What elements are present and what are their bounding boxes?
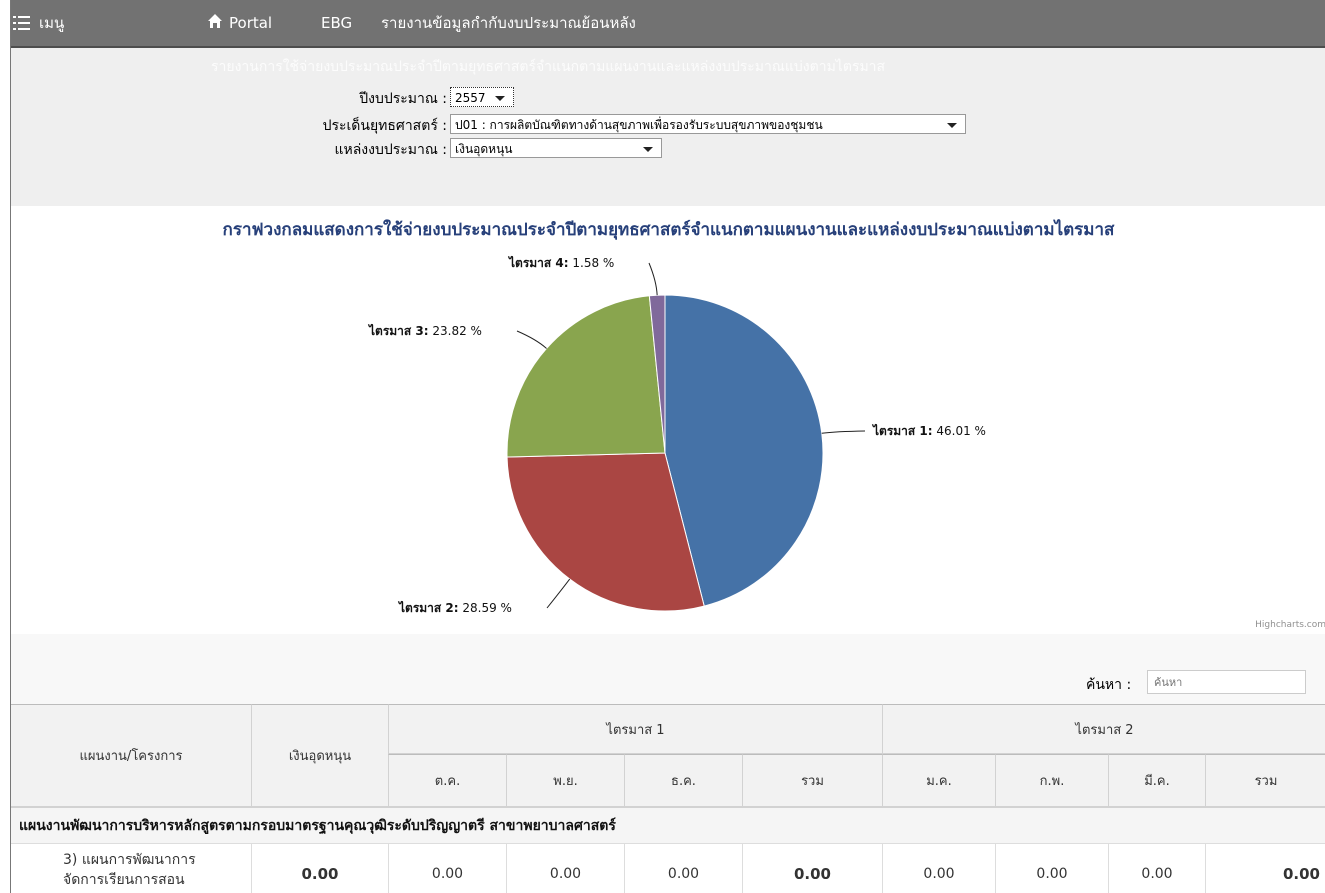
report-label: รายงานข้อมูลกำกับงบประมาณย้อนหลัง bbox=[381, 14, 636, 32]
col-header-feb[interactable]: ก.พ. bbox=[995, 754, 1108, 807]
pie-label-1: ไตรมาส 1: 46.01 % bbox=[871, 423, 986, 438]
year-label: ปีงบประมาณ : bbox=[359, 91, 447, 107]
table-cell-source-value: 0.00 bbox=[251, 843, 388, 893]
ebg-link[interactable]: EBG bbox=[321, 0, 352, 46]
source-filter-row: แหล่งงบประมาณ : bbox=[11, 139, 447, 159]
col-header-dec[interactable]: ธ.ค. bbox=[624, 754, 742, 807]
col-header-nov[interactable]: พ.ย. bbox=[506, 754, 624, 807]
pie-label-4: ไตรมาส 4: 1.58 % bbox=[507, 255, 614, 270]
table-cell-mar: 0.00 bbox=[1108, 843, 1205, 893]
year-filter-row: ปีงบประมาณ : bbox=[11, 88, 447, 108]
col-header-oct[interactable]: ต.ค. bbox=[388, 754, 506, 807]
col-header-q1: ไตรมาส 1 bbox=[388, 704, 882, 754]
table-cell-feb: 0.00 bbox=[995, 843, 1108, 893]
table-cell-jan: 0.00 bbox=[882, 843, 995, 893]
table-cell-q1-total: 0.00 bbox=[742, 843, 882, 893]
col-header-source[interactable]: เงินอุดหนุน bbox=[251, 704, 388, 807]
group-row-title: แผนงานพัฒนาการบริหารหลักสูตรตามกรอบมาตรฐ… bbox=[11, 807, 1325, 843]
search-input[interactable] bbox=[1147, 670, 1306, 694]
report-title-faint: รายงานการใช้จ่ายงบประมาณประจำปีตามยุทธศา… bbox=[211, 59, 886, 75]
year-select[interactable]: 2557 bbox=[450, 87, 514, 107]
pie-label-2: ไตรมาส 2: 28.59 % bbox=[397, 600, 512, 615]
col-header-plan[interactable]: แผนงาน/โครงการ bbox=[11, 704, 251, 807]
portal-link[interactable]: Portal bbox=[207, 0, 272, 46]
table-row-name: 3) แผนการพัฒนาการ จัดการเรียนการสอน bbox=[11, 843, 251, 893]
ebg-label: EBG bbox=[321, 14, 353, 32]
col-header-q1-total[interactable]: รวม bbox=[742, 754, 882, 807]
col-header-q2: ไตรมาส 2 bbox=[882, 704, 1325, 754]
menu-button[interactable]: เมนู bbox=[11, 0, 106, 46]
source-select[interactable]: เงินอุดหนุน bbox=[450, 138, 662, 158]
home-icon bbox=[208, 14, 222, 28]
search-label: ค้นหา : bbox=[1086, 677, 1132, 693]
chevron-down-icon bbox=[495, 96, 505, 101]
filter-panel: รายงานการใช้จ่ายงบประมาณประจำปีตามยุทธศา… bbox=[11, 48, 1325, 206]
col-header-q2-total[interactable]: รวม bbox=[1205, 754, 1325, 807]
strategy-value: ป01 : การผลิตบัณฑิตทางด้านสุขภาพเพื่อรอง… bbox=[455, 118, 823, 132]
pie-connector-2 bbox=[546, 578, 571, 609]
strategy-label: ประเด็นยุทธศาสตร์ : bbox=[322, 118, 447, 134]
col-header-jan[interactable]: ม.ค. bbox=[882, 754, 995, 807]
report-table-section: ค้นหา : แผนงาน/โครงการ เงินอุดหนุน ไตรมา… bbox=[11, 634, 1325, 893]
pie-chart-container: กราฟวงกลมแสดงการใช้จ่ายงบประมาณประจำปีตา… bbox=[11, 206, 1325, 634]
pie-label-3: ไตรมาส 3: 23.82 % bbox=[367, 323, 482, 338]
chevron-down-icon bbox=[643, 147, 653, 152]
table-cell-dec: 0.00 bbox=[624, 843, 742, 893]
source-value: เงินอุดหนุน bbox=[455, 142, 513, 156]
year-value: 2557 bbox=[455, 91, 486, 105]
report-link[interactable]: รายงานข้อมูลกำกับงบประมาณย้อนหลัง bbox=[381, 0, 636, 46]
menu-icon bbox=[13, 16, 30, 30]
pie-connector-4 bbox=[648, 262, 658, 296]
pie-connector-3 bbox=[516, 330, 547, 349]
pie-slice-3[interactable] bbox=[506, 295, 666, 458]
chevron-down-icon bbox=[947, 123, 957, 128]
portal-label: Portal bbox=[229, 14, 273, 32]
source-label: แหล่งงบประมาณ : bbox=[334, 142, 447, 158]
col-header-mar[interactable]: มี.ค. bbox=[1108, 754, 1205, 807]
strategy-select[interactable]: ป01 : การผลิตบัณฑิตทางด้านสุขภาพเพื่อรอง… bbox=[450, 114, 966, 134]
table-cell-q2-total: 0.00 bbox=[1205, 843, 1325, 893]
strategy-filter-row: ประเด็นยุทธศาสตร์ : bbox=[11, 115, 447, 135]
chart-credit[interactable]: Highcharts.com bbox=[1255, 620, 1325, 630]
top-navbar: เมนู Portal EBG รายงานข้อมูลกำกับงบประมา… bbox=[11, 0, 1325, 48]
pie-chart: ไตรมาส 1: 46.01 % ไตรมาส 2: 28.59 % ไตรมาส… bbox=[367, 255, 986, 615]
table-cell-oct: 0.00 bbox=[388, 843, 506, 893]
pie-connector-1 bbox=[821, 430, 866, 434]
table-cell-nov: 0.00 bbox=[506, 843, 624, 893]
menu-label: เมนู bbox=[39, 14, 65, 32]
app-frame: เมนู Portal EBG รายงานข้อมูลกำกับงบประมา… bbox=[10, 0, 1325, 893]
